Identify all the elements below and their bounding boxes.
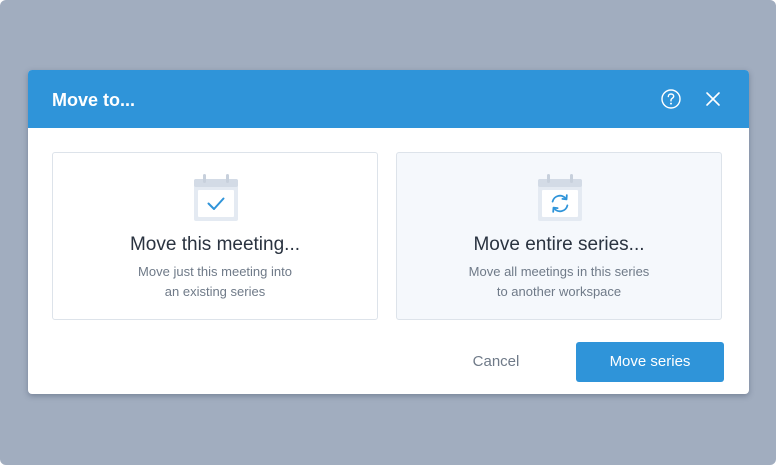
option-title: Move entire series...: [473, 234, 645, 255]
close-icon[interactable]: [702, 88, 724, 110]
calendar-refresh-icon: [536, 173, 584, 223]
option-description: Move just this meeting into an existing …: [53, 262, 377, 302]
cancel-button[interactable]: Cancel: [452, 342, 540, 382]
move-to-dialog: Move to... Move this meeting... Move jus…: [28, 70, 749, 394]
option-description-line: to another workspace: [496, 284, 622, 299]
dialog-title: Move to...: [52, 90, 136, 110]
option-move-this-meeting[interactable]: Move this meeting... Move just this meet…: [52, 152, 378, 320]
option-description-line: Move just this meeting into: [138, 264, 292, 279]
option-description: Move all meetings in this series to anot…: [397, 262, 721, 302]
question-circle-icon[interactable]: [660, 88, 682, 110]
option-title: Move this meeting...: [129, 234, 301, 255]
option-description-line: an existing series: [164, 284, 266, 299]
move-series-button[interactable]: Move series: [576, 342, 724, 382]
option-move-entire-series[interactable]: Move entire series... Move all meetings …: [396, 152, 722, 320]
dialog-header: Move to...: [28, 70, 749, 128]
option-description-line: Move all meetings in this series: [468, 264, 650, 279]
calendar-check-icon: [192, 173, 240, 223]
